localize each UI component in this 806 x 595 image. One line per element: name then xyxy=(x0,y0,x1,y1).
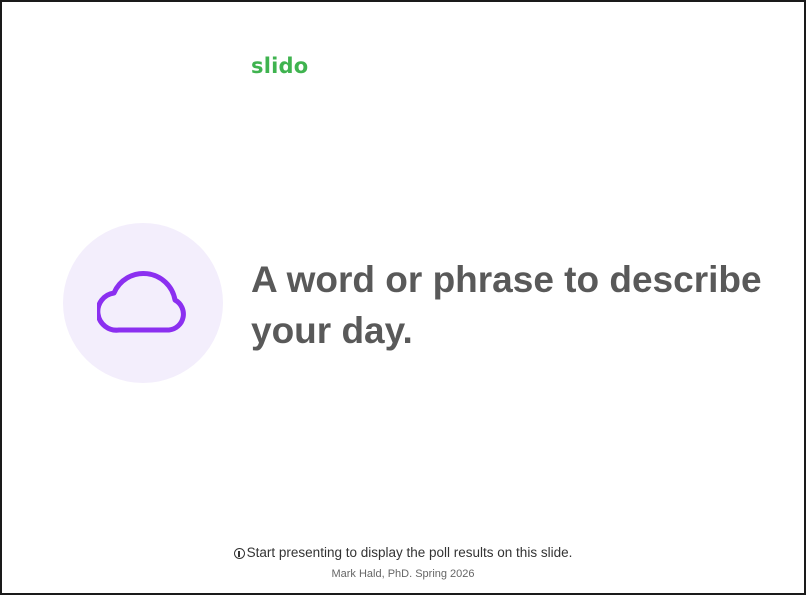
poll-results-notice: Start presenting to display the poll res… xyxy=(2,545,804,561)
poll-question: A word or phrase to describe your day. xyxy=(251,259,762,351)
slido-logo: slido xyxy=(251,54,309,78)
slide: slido A word or phrase to describe your … xyxy=(0,0,806,595)
poll-icon-badge xyxy=(63,223,223,383)
notice-text: Start presenting to display the poll res… xyxy=(246,545,573,560)
slide-footer: Mark Hald, PhD. Spring 2026 xyxy=(331,568,475,580)
info-icon xyxy=(233,548,245,559)
cloud-icon xyxy=(97,270,186,333)
